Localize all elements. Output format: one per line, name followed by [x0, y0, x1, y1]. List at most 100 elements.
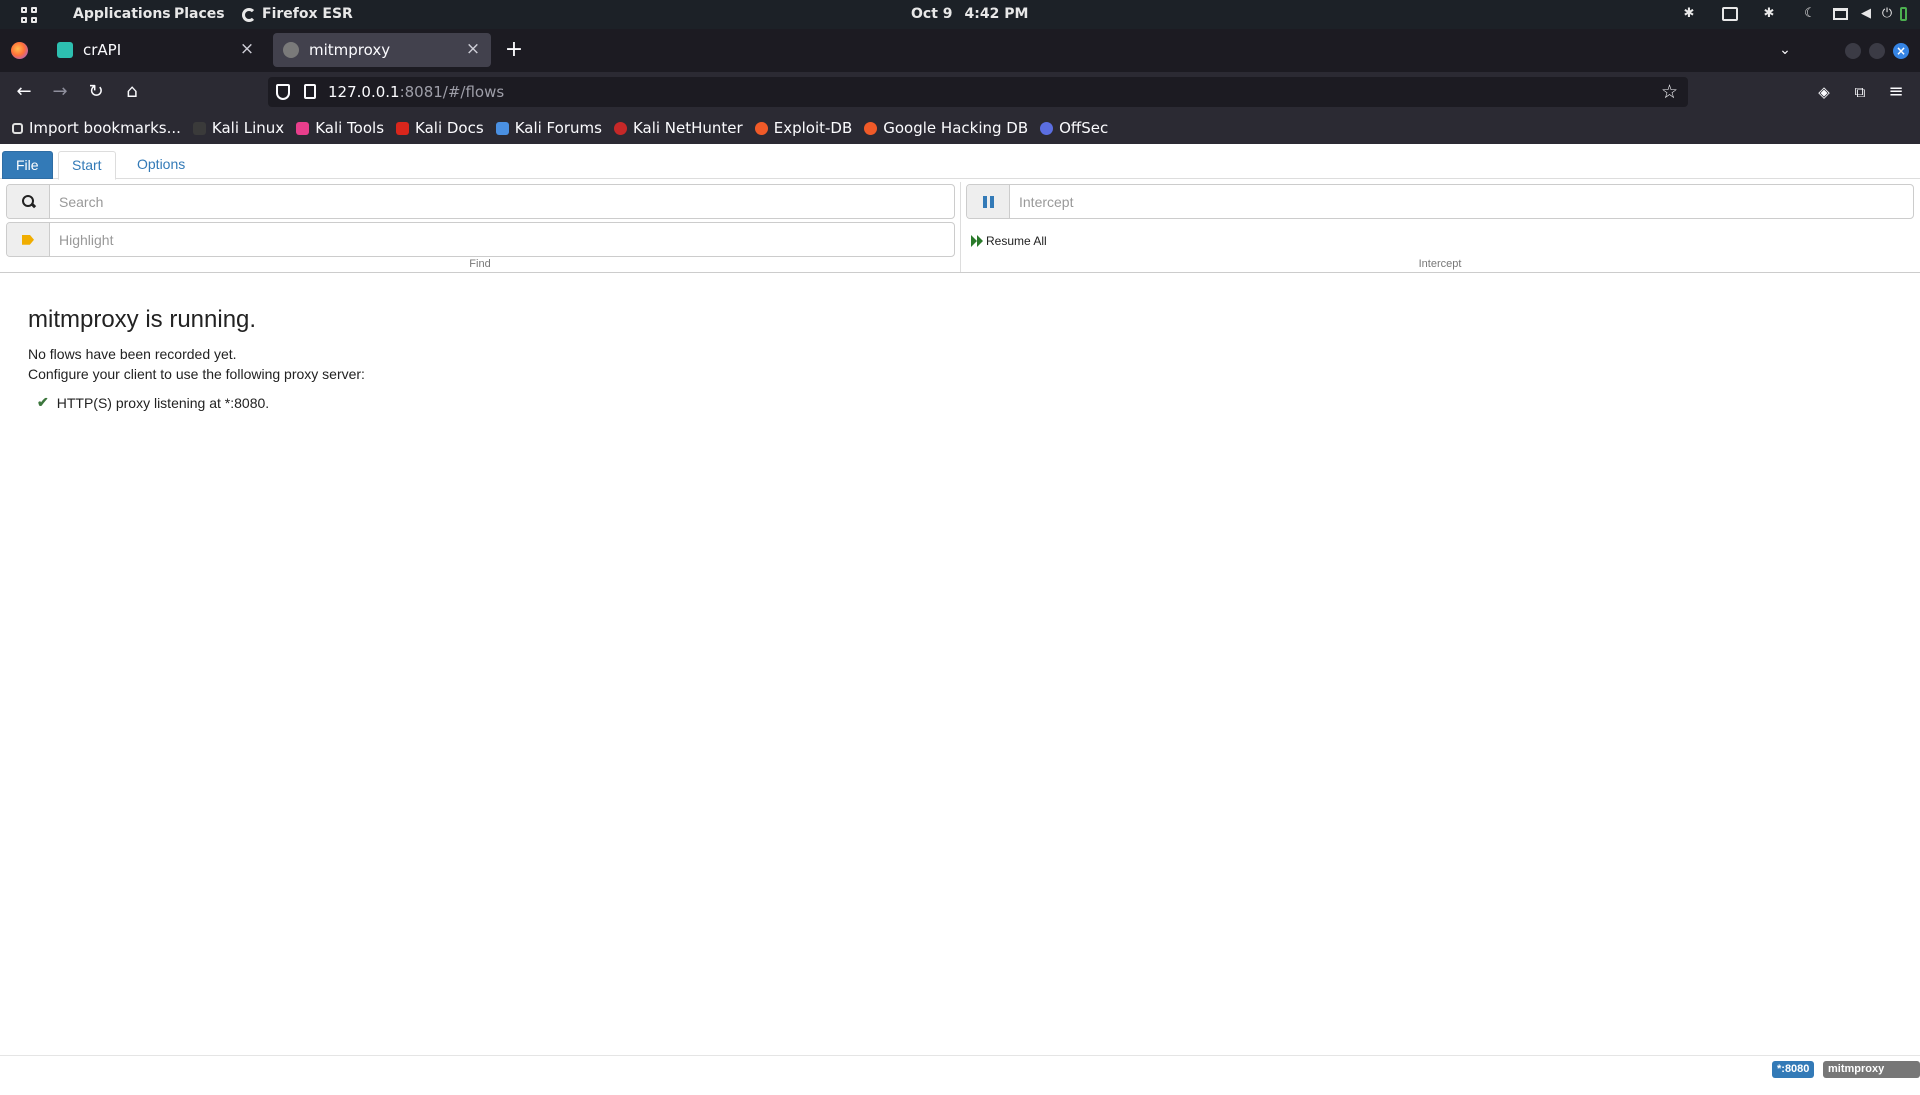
- bluetooth-icon[interactable]: ✱: [1682, 6, 1696, 22]
- check-icon: ✔: [37, 394, 49, 410]
- mitmproxy-favicon-icon: [283, 42, 299, 58]
- version-badge: mitmproxy 10.1.1: [1823, 1061, 1920, 1092]
- highlight-group: [6, 222, 955, 257]
- clock[interactable]: Oct 9 4:42 PM: [911, 0, 1028, 29]
- highlight-addon: [7, 223, 50, 256]
- bookmark-label: Kali Tools: [315, 119, 385, 137]
- resume-all-button[interactable]: Resume All: [971, 232, 1047, 250]
- bookmarks-toolbar: Import bookmarks... Kali Linux Kali Tool…: [0, 112, 1920, 144]
- bookmark-label: Google Hacking DB: [883, 119, 1029, 137]
- welcome-line-1: No flows have been recorded yet.: [28, 346, 237, 362]
- tab-mitmproxy[interactable]: mitmproxy ×: [273, 33, 491, 67]
- reload-icon[interactable]: ↻: [84, 80, 108, 104]
- close-tab-icon[interactable]: ×: [463, 39, 483, 59]
- tab-start[interactable]: Start: [58, 151, 116, 180]
- intercept-input[interactable]: [1019, 185, 1899, 218]
- bluetooth-status-icon[interactable]: ✱: [1762, 6, 1776, 22]
- bookmark-label: Kali Forums: [514, 119, 602, 137]
- bookmark-google-hacking-db[interactable]: Google Hacking DB: [864, 119, 1028, 137]
- bookmark-label: Kali NetHunter: [632, 119, 743, 137]
- maximize-window-icon[interactable]: [1869, 43, 1885, 59]
- exploitdb-icon: [754, 121, 768, 135]
- intercept-addon: [967, 185, 1010, 218]
- close-window-icon[interactable]: ×: [1893, 43, 1909, 59]
- system-top-panel: Applications Places Firefox ESR Oct 9 4:4…: [0, 0, 1920, 29]
- menu-divider: [0, 272, 1920, 273]
- battery-icon[interactable]: [1900, 7, 1907, 21]
- bookmark-kali-linux[interactable]: Kali Linux: [192, 119, 285, 137]
- bookmark-star-icon[interactable]: ☆: [1661, 81, 1678, 103]
- bookmark-kali-nethunter[interactable]: Kali NetHunter: [613, 119, 743, 137]
- menu-file[interactable]: File: [2, 151, 53, 179]
- bookmark-exploit-db[interactable]: Exploit-DB: [754, 119, 853, 137]
- clock-time: 4:42 PM: [964, 6, 1029, 22]
- intercept-group: [966, 184, 1914, 219]
- bookmark-label: Import bookmarks...: [29, 119, 181, 137]
- kali-tools-icon: [296, 121, 310, 135]
- search-input[interactable]: [59, 185, 939, 218]
- home-icon[interactable]: ⌂: [120, 80, 144, 104]
- minimize-window-icon[interactable]: [1845, 43, 1861, 59]
- app-grid-icon[interactable]: [21, 7, 37, 23]
- mitmproxy-app: File Start Options Resume All Find Inter…: [0, 144, 1920, 1092]
- tracking-protection-shield-icon[interactable]: [276, 84, 290, 100]
- new-tab-icon[interactable]: +: [504, 39, 524, 61]
- page-info-icon[interactable]: [304, 84, 316, 99]
- applications-menu[interactable]: Applications: [73, 0, 171, 29]
- bookmark-kali-docs[interactable]: Kali Docs: [396, 119, 484, 137]
- pause-icon: [982, 195, 994, 208]
- night-light-icon[interactable]: ☾: [1803, 6, 1817, 22]
- tab-title: mitmproxy: [309, 41, 391, 59]
- close-tab-icon[interactable]: ×: [237, 39, 257, 59]
- crapi-favicon-icon: [57, 42, 73, 58]
- bookmark-label: Kali Linux: [211, 119, 285, 137]
- list-all-tabs-icon[interactable]: ⌄: [1775, 40, 1795, 60]
- status-footer: *:8080 mitmproxy 10.1.1: [0, 1055, 1920, 1092]
- search-addon: [7, 185, 50, 218]
- welcome-line-2: Configure your client to use the followi…: [28, 366, 365, 382]
- kali-dragon-icon: [192, 121, 206, 135]
- proxy-server-text: HTTP(S) proxy listening at *:8080.: [56, 394, 270, 411]
- bookmark-offsec[interactable]: OffSec: [1040, 119, 1108, 137]
- firefox-view-icon[interactable]: [11, 42, 28, 59]
- nethunter-icon: [613, 121, 627, 135]
- tab-options[interactable]: Options: [124, 151, 198, 179]
- tab-title: crAPI: [83, 41, 122, 59]
- forward-arrow-icon[interactable]: →: [48, 80, 72, 104]
- offsec-icon: [1040, 121, 1054, 135]
- pocket-icon[interactable]: ◈: [1812, 80, 1836, 104]
- bookmark-kali-tools[interactable]: Kali Tools: [296, 119, 384, 137]
- bookmark-label: Exploit-DB: [773, 119, 853, 137]
- kali-forums-icon: [495, 121, 509, 135]
- main-menu-tabs: File Start Options: [0, 151, 1920, 180]
- firefox-icon: [242, 7, 256, 22]
- power-icon[interactable]: ⏻: [1880, 6, 1894, 22]
- tag-icon: [22, 234, 34, 245]
- listen-port-badge: *:8080: [1772, 1061, 1815, 1078]
- bookmark-kali-forums[interactable]: Kali Forums: [495, 119, 602, 137]
- welcome-title: mitmproxy is running.: [28, 306, 257, 333]
- ghdb-icon: [864, 121, 878, 135]
- tab-strip: crAPI × mitmproxy × + ⌄ ×: [0, 29, 1920, 72]
- url-host: 127.0.0.1: [328, 83, 400, 101]
- back-arrow-icon[interactable]: ←: [12, 80, 36, 104]
- fast-forward-icon: [971, 235, 983, 247]
- active-app-label: Firefox ESR: [262, 6, 353, 22]
- highlight-input[interactable]: [59, 223, 939, 256]
- active-app-menu[interactable]: Firefox ESR: [242, 0, 353, 29]
- url-text[interactable]: 127.0.0.1:8081/#/flows: [328, 77, 504, 107]
- volume-icon[interactable]: ◀: [1858, 6, 1874, 22]
- extensions-icon[interactable]: ⧉: [1848, 80, 1872, 104]
- search-icon: [21, 195, 35, 208]
- bookmark-import[interactable]: Import bookmarks...: [12, 119, 181, 137]
- window-icon[interactable]: [1833, 8, 1848, 20]
- url-bar[interactable]: 127.0.0.1:8081/#/flows ☆: [268, 77, 1688, 107]
- app-menu-hamburger-icon[interactable]: ≡: [1884, 80, 1908, 104]
- display-icon[interactable]: [1722, 7, 1738, 21]
- places-menu[interactable]: Places: [174, 0, 225, 29]
- kali-docs-icon: [396, 121, 410, 135]
- tab-crapi[interactable]: crAPI ×: [47, 33, 265, 67]
- url-path: :8081/#/flows: [399, 83, 505, 101]
- proxy-server-item: ✔ HTTP(S) proxy listening at *:8080.: [37, 394, 365, 411]
- clock-date: Oct 9: [911, 6, 953, 22]
